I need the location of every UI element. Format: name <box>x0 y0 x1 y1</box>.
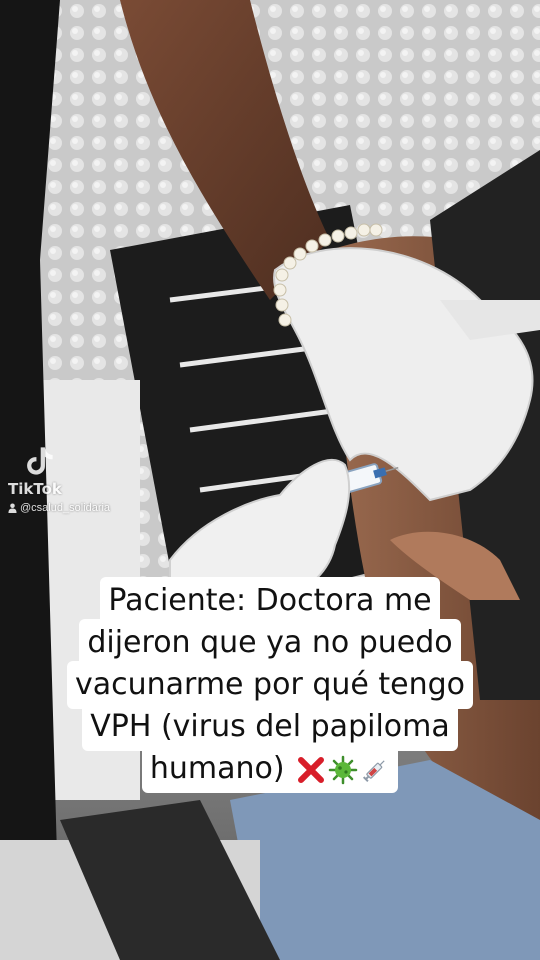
caption-line: Paciente: Doctora me <box>100 577 440 625</box>
caption-line: vacunarme por qué tengo <box>66 661 473 709</box>
tiktok-logo-icon <box>27 447 53 475</box>
tiktok-brand-label: TikTok <box>8 480 62 498</box>
caption-line-last: humano) <box>141 745 399 793</box>
caption-line: VPH (virus del papiloma <box>82 703 458 751</box>
tiktok-watermark: TikTok @csalud_solidaria <box>8 444 110 514</box>
virus-icon <box>328 755 358 784</box>
cross-mark-icon <box>298 756 325 783</box>
creator-username: @csalud_solidaria <box>8 502 110 514</box>
video-caption: Paciente: Doctora me dijeron que ya no p… <box>0 577 540 793</box>
caption-text: humano) <box>149 751 285 786</box>
caption-line: dijeron que ya no puedo <box>79 619 461 667</box>
syringe-icon <box>363 759 385 782</box>
video-frame[interactable]: TikTok @csalud_solidaria Paciente: Docto… <box>0 0 540 960</box>
username-text: @csalud_solidaria <box>20 502 111 514</box>
user-icon <box>8 503 17 513</box>
